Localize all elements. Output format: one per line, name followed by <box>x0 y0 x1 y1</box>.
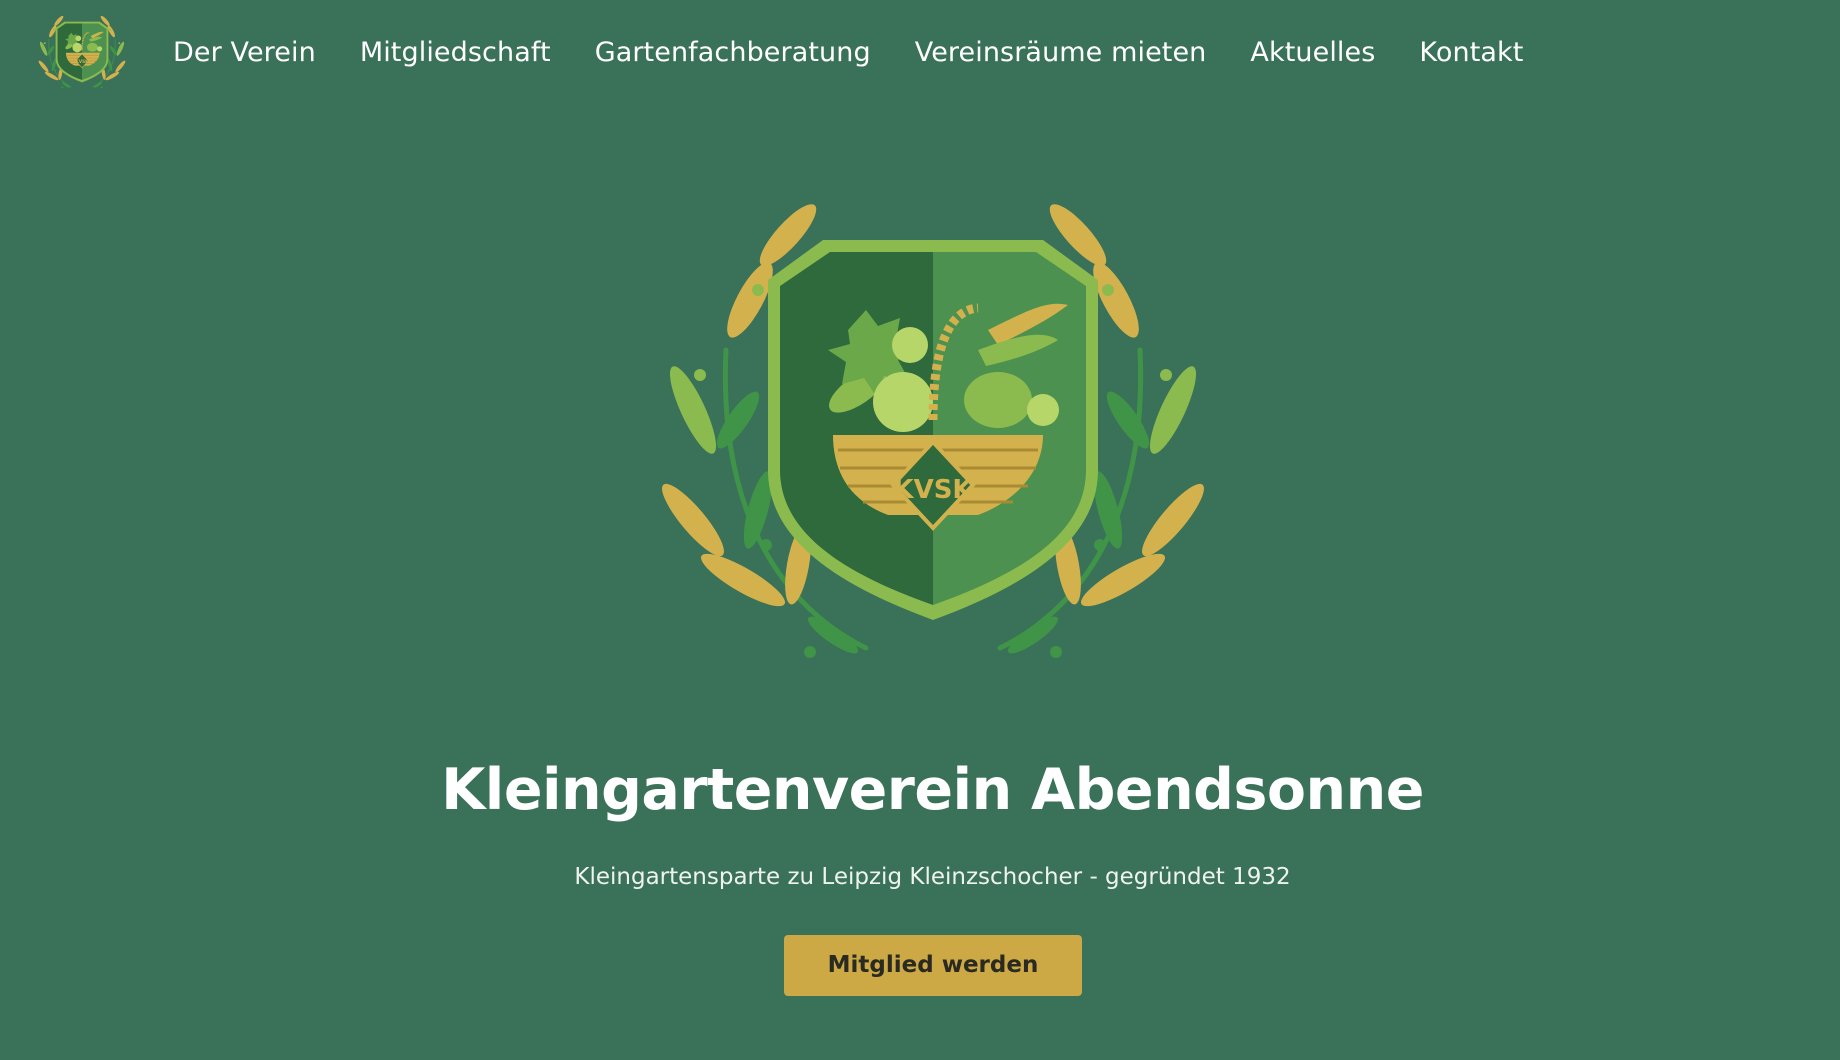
nav-link-mitgliedschaft[interactable]: Mitgliedschaft <box>360 37 551 68</box>
nav-link-aktuelles[interactable]: Aktuelles <box>1250 37 1375 68</box>
nav-item: Vereinsräume mieten <box>915 33 1207 73</box>
club-logo-icon[interactable] <box>36 12 128 92</box>
top-navigation: Der Verein Mitgliedschaft Gartenfachbera… <box>0 0 1840 106</box>
nav-item: Mitgliedschaft <box>360 33 551 73</box>
nav-link-gartenfachberatung[interactable]: Gartenfachberatung <box>595 37 871 68</box>
hero-subtitle: Kleingartensparte zu Leipzig Kleinzschoc… <box>574 864 1291 890</box>
club-crest-icon <box>648 180 1218 680</box>
nav-link-vereinsraeume-mieten[interactable]: Vereinsräume mieten <box>915 37 1207 68</box>
nav-item: Aktuelles <box>1250 33 1375 73</box>
hero-title: Kleingartenverein Abendsonne <box>441 757 1424 823</box>
nav-item: Kontakt <box>1419 33 1523 73</box>
nav-link-kontakt[interactable]: Kontakt <box>1419 37 1523 68</box>
nav-link-der-verein[interactable]: Der Verein <box>173 37 316 68</box>
nav-item: Der Verein <box>173 33 316 73</box>
nav-item: Gartenfachberatung <box>595 33 871 73</box>
nav-menu: Der Verein Mitgliedschaft Gartenfachbera… <box>173 33 1523 73</box>
become-member-button[interactable]: Mitglied werden <box>784 935 1082 996</box>
